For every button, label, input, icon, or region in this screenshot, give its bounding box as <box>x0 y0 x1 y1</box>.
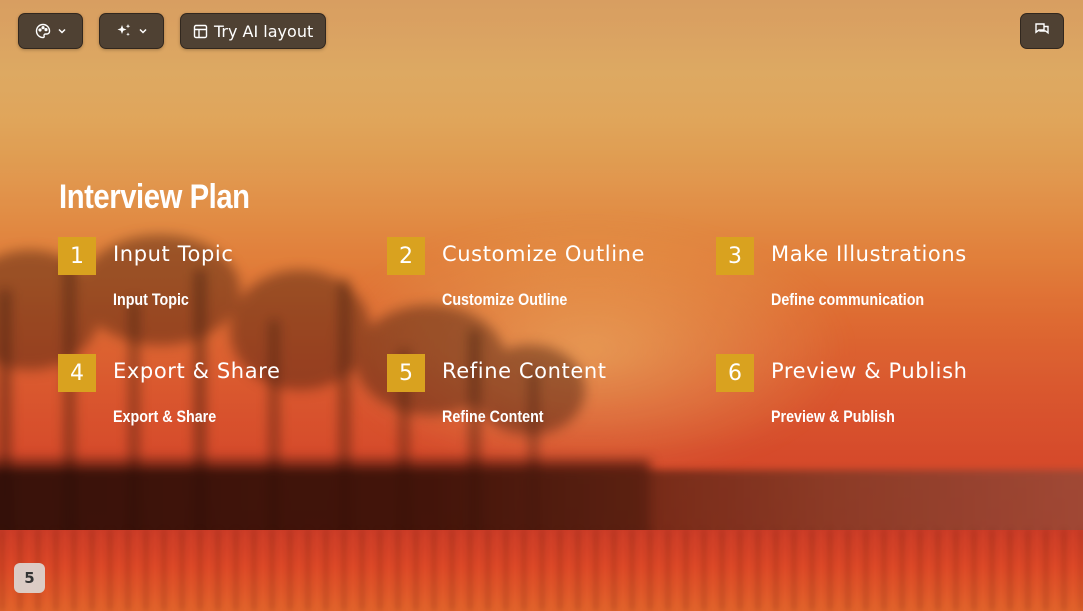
slide-title: Interview Plan <box>59 178 250 216</box>
step-description: Export & Share <box>113 407 217 426</box>
step-number-badge: 1 <box>58 237 96 275</box>
step-description: Preview & Publish <box>771 407 895 426</box>
comment-icon <box>1034 21 1050 41</box>
layout-icon <box>193 24 208 39</box>
step-description: Refine Content <box>442 407 544 426</box>
step-item: 1 Input Topic Input Topic <box>58 237 368 317</box>
slide-toolbar: Try AI layout <box>18 13 327 49</box>
step-number-badge: 2 <box>387 237 425 275</box>
ai-tools-dropdown-button[interactable] <box>99 13 164 49</box>
page-number-badge[interactable]: 5 <box>14 563 45 593</box>
step-item: 5 Refine Content Refine Content <box>387 354 697 434</box>
palette-icon <box>35 23 51 39</box>
step-item: 2 Customize Outline Customize Outline <box>387 237 697 317</box>
step-heading: Preview & Publish <box>771 359 968 383</box>
step-heading: Refine Content <box>442 359 607 383</box>
step-description: Input Topic <box>113 290 189 309</box>
chevron-down-icon <box>138 26 148 36</box>
step-description: Customize Outline <box>442 290 568 309</box>
step-heading: Make Illustrations <box>771 242 967 266</box>
step-heading: Customize Outline <box>442 242 646 266</box>
step-number-badge: 5 <box>387 354 425 392</box>
try-ai-layout-button[interactable]: Try AI layout <box>180 13 327 49</box>
step-item: 4 Export & Share Export & Share <box>58 354 368 434</box>
sparkle-icon <box>116 23 132 39</box>
step-number-badge: 4 <box>58 354 96 392</box>
try-ai-layout-label: Try AI layout <box>214 21 314 41</box>
chevron-down-icon <box>57 26 67 36</box>
step-number-badge: 3 <box>716 237 754 275</box>
step-item: 6 Preview & Publish Preview & Publish <box>716 354 1026 434</box>
step-item: 3 Make Illustrations Define communicatio… <box>716 237 1026 317</box>
step-description: Define communication <box>771 290 925 309</box>
step-heading: Input Topic <box>113 242 234 266</box>
step-heading: Export & Share <box>113 359 281 383</box>
comments-button[interactable] <box>1020 13 1064 49</box>
step-number-badge: 6 <box>716 354 754 392</box>
theme-dropdown-button[interactable] <box>18 13 83 49</box>
